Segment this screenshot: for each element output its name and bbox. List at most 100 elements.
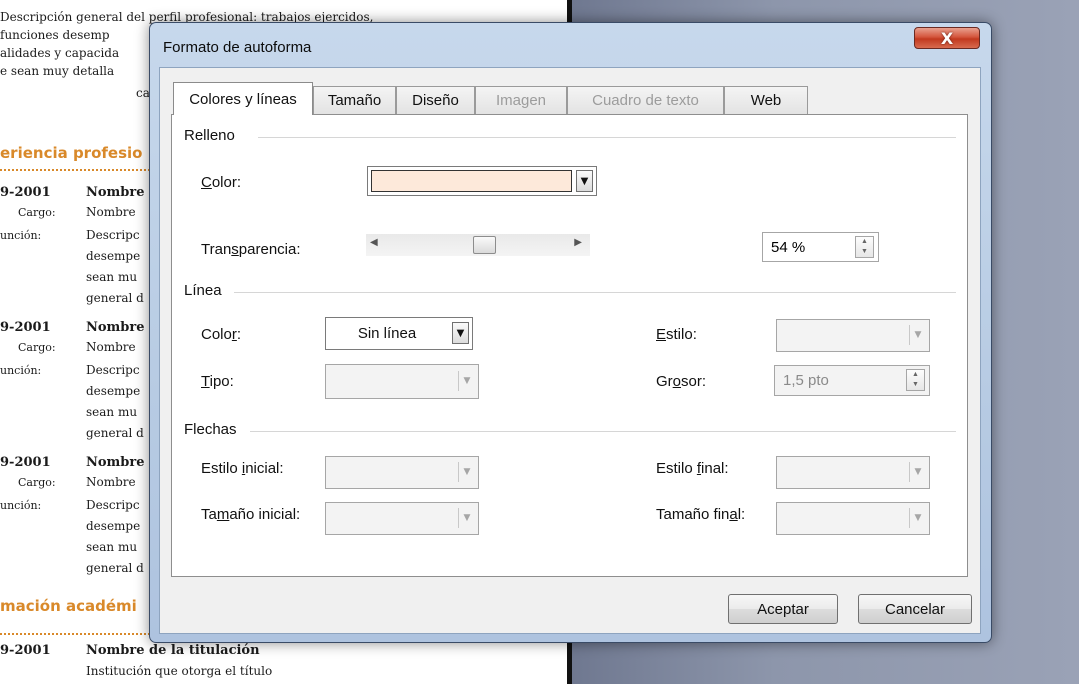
doc-cargo-value: Nombre	[86, 205, 136, 219]
transparency-slider-thumb[interactable]	[473, 236, 497, 254]
end-style-dropdown: ▼	[776, 456, 930, 489]
arrow-right-icon[interactable]: ▶	[574, 237, 582, 248]
doc-funcion-line: desempe	[86, 519, 141, 533]
line-style-dropdown: ▼	[776, 319, 930, 352]
chevron-down-icon: ▼	[458, 508, 475, 528]
doc-cargo-label: Cargo:	[18, 476, 56, 489]
ok-button[interactable]: Aceptar	[728, 594, 838, 624]
doc-funcion-line: Descripc	[86, 363, 140, 377]
chevron-down-icon: ▼	[909, 325, 926, 345]
start-style-dropdown: ▼	[325, 456, 479, 489]
doc-dotted-rule	[0, 633, 150, 635]
tab-label: Diseño	[412, 92, 459, 109]
line-type-label: Tipo:	[201, 373, 234, 390]
doc-line: ca	[136, 86, 150, 100]
doc-funcion-line: general d	[86, 561, 144, 575]
chevron-down-icon[interactable]: ▼	[452, 322, 469, 344]
transparency-value: 54 %	[771, 238, 806, 256]
doc-cargo-label: Cargo:	[18, 341, 56, 354]
tab-layout[interactable]: Diseño	[396, 86, 475, 114]
doc-entry-year: 9-2001	[0, 185, 51, 200]
doc-funcion-line: sean mu	[86, 540, 138, 554]
section-divider	[234, 292, 956, 293]
tab-text-box: Cuadro de texto	[567, 86, 724, 114]
end-size-dropdown: ▼	[776, 502, 930, 535]
line-style-label: Estilo:	[656, 326, 697, 343]
doc-line: funciones desemp	[0, 28, 110, 42]
doc-line: e sean muy detalla	[0, 64, 115, 78]
start-size-dropdown: ▼	[325, 502, 479, 535]
doc-funcion-line: sean mu	[86, 405, 138, 419]
chevron-down-icon[interactable]: ▼	[576, 170, 593, 192]
end-style-label: Estilo final:	[656, 460, 729, 477]
line-weight-label: Grosor:	[656, 373, 707, 390]
section-divider	[250, 431, 956, 432]
doc-funcion-line: Descripc	[86, 498, 140, 512]
doc-cargo-value: Nombre	[86, 475, 136, 489]
doc-education-name: Nombre de la titulación	[86, 643, 260, 658]
fill-color-label: Color:	[201, 174, 242, 191]
dialog-title: Formato de autoforma	[163, 39, 312, 56]
transparency-spinbox[interactable]: 54 % ▲ ▼	[762, 232, 879, 262]
start-size-label: Tamaño inicial:	[201, 506, 301, 523]
doc-entry-name: Nombre	[86, 320, 145, 335]
doc-cargo-label: Cargo:	[18, 206, 56, 219]
tab-label: Colores y líneas	[189, 90, 297, 108]
tab-web[interactable]: Web	[724, 86, 808, 114]
doc-entry-name: Nombre	[86, 455, 145, 470]
chevron-down-icon: ▼	[909, 508, 926, 528]
transparency-label: Transparencia:	[201, 241, 301, 258]
doc-education-institution: Institución que otorga el título	[86, 664, 273, 678]
doc-funcion-line: desempe	[86, 384, 141, 398]
tab-panel-colors-lines: Relleno Color: ▼ Transparencia: ◀ ▶ 54 %…	[171, 114, 968, 577]
doc-funcion-label: unción:	[0, 499, 42, 512]
line-weight-value: 1,5 pto	[783, 372, 829, 389]
transparency-slider[interactable]: ◀ ▶	[366, 234, 590, 256]
spin-up-down-icon[interactable]: ▲ ▼	[855, 236, 874, 258]
doc-funcion-line: sean mu	[86, 270, 138, 284]
chevron-down-icon: ▼	[909, 462, 926, 482]
line-color-value: Sin línea	[357, 325, 417, 342]
doc-funcion-line: Descripc	[86, 228, 140, 242]
line-color-dropdown[interactable]: Sin línea ▼	[325, 317, 473, 350]
doc-heading-experience: eriencia profesio	[0, 144, 143, 162]
chevron-down-icon: ▼	[458, 371, 475, 391]
tab-picture: Imagen	[475, 86, 567, 114]
tab-label: Tamaño	[327, 92, 382, 109]
section-divider	[258, 137, 956, 138]
fill-color-dropdown[interactable]: ▼	[367, 166, 597, 196]
doc-funcion-line: desempe	[86, 249, 141, 263]
doc-funcion-label: unción:	[0, 364, 42, 377]
doc-cargo-value: Nombre	[86, 340, 136, 354]
doc-funcion-line: general d	[86, 426, 144, 440]
cancel-button[interactable]: Cancelar	[858, 594, 972, 624]
doc-entry-name: Nombre	[86, 185, 145, 200]
fill-color-swatch	[371, 170, 572, 192]
arrow-left-icon[interactable]: ◀	[370, 237, 378, 248]
section-arrows-label: Flechas	[184, 421, 237, 438]
section-fill-label: Relleno	[184, 127, 235, 144]
doc-funcion-line: general d	[86, 291, 144, 305]
close-icon: X	[940, 28, 954, 48]
format-autoshape-dialog: Formato de autoforma X Colores y líneas …	[149, 22, 992, 643]
doc-entry-year: 9-2001	[0, 320, 51, 335]
doc-funcion-label: unción:	[0, 229, 42, 242]
spin-up-down-icon: ▲ ▼	[906, 369, 925, 391]
tab-size[interactable]: Tamaño	[313, 86, 396, 114]
section-line-label: Línea	[184, 282, 222, 299]
doc-education-year: 9-2001	[0, 643, 51, 658]
tab-label: Web	[750, 92, 782, 109]
chevron-down-icon: ▼	[458, 462, 475, 482]
doc-line: alidades y capacida	[0, 46, 120, 60]
doc-entry-year: 9-2001	[0, 455, 51, 470]
doc-dotted-rule	[0, 169, 150, 171]
tab-colors-lines[interactable]: Colores y líneas	[173, 82, 313, 115]
dialog-client-area: Colores y líneas Tamaño Diseño Imagen Cu…	[159, 67, 981, 634]
end-size-label: Tamaño final:	[656, 506, 746, 523]
line-weight-spinbox: 1,5 pto ▲ ▼	[774, 365, 930, 396]
doc-heading-education: mación académi	[0, 597, 137, 615]
close-button[interactable]: X	[914, 27, 980, 49]
start-style-label: Estilo inicial:	[201, 460, 284, 477]
line-color-label: Color:	[201, 326, 242, 343]
tab-label: Cuadro de texto	[592, 92, 699, 109]
